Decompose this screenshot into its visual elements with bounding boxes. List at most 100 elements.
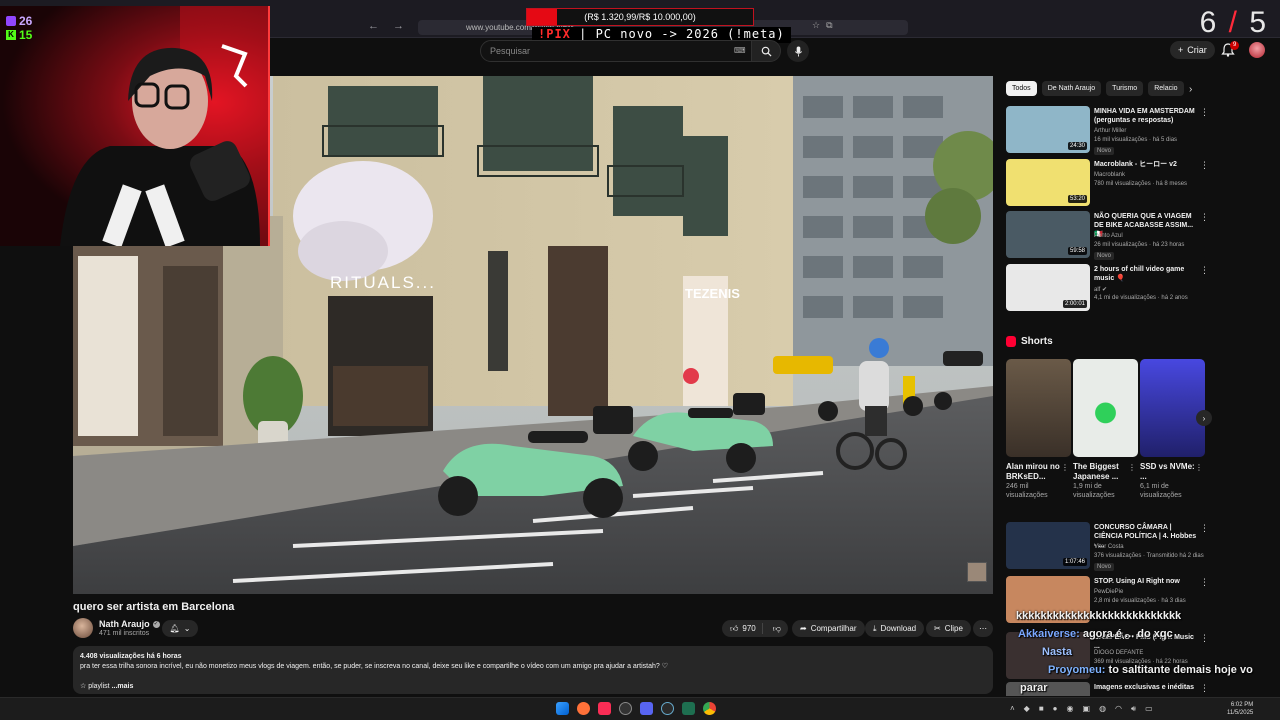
volume-icon[interactable]: 🔊︎ [1131,704,1136,714]
donation-progress-fill [527,9,557,25]
kick-icon: K [6,30,16,40]
tray-chevron-icon[interactable]: ˄ [1010,704,1015,714]
video-thumbnail[interactable]: 1:07:46 [1006,522,1090,569]
tray-app-icon[interactable]: ● [1053,704,1058,714]
kebab-menu-icon[interactable]: ⋮ [1200,577,1209,588]
kebab-menu-icon[interactable]: ⋮ [1061,463,1069,472]
user-avatar[interactable] [1249,42,1265,58]
tray-app-icon[interactable]: ◉ [1067,704,1074,714]
kebab-menu-icon[interactable]: ⋮ [1128,463,1136,472]
rec-title[interactable]: STOP. Using AI Right now [1094,577,1200,586]
kebab-menu-icon[interactable]: ⋮ [1200,212,1209,223]
video-thumbnail[interactable]: 59:58 [1006,211,1090,258]
sign-tezenis: TEZENIS [685,286,740,301]
keyboard-icon[interactable]: ⌨ [734,46,746,55]
description-playlist: ☆ playlist [80,683,110,690]
rec-title[interactable]: Macroblank - ヒーロー v2 [1094,160,1200,169]
kebab-menu-icon[interactable]: ⋮ [1200,107,1209,118]
back-icon[interactable]: ← [368,20,379,33]
share-button[interactable]: ➦ Compartilhar [792,620,865,637]
subscribed-bell-button[interactable]: 🔔︎ ⌄ [162,620,198,637]
microphone-icon [794,45,802,57]
channel-watermark[interactable] [967,562,987,582]
start-icon[interactable] [556,702,569,715]
kebab-menu-icon[interactable]: ⋮ [1200,523,1209,534]
rec-title[interactable]: 2 hours of chill video game music 🎈 [1094,265,1200,283]
discord-icon[interactable] [640,702,653,715]
description-box[interactable]: 4.408 visualizações há 6 horas pra ter e… [73,646,993,694]
tray-app-icon[interactable]: ▣ [1083,704,1091,714]
battery-icon[interactable]: ▭ [1145,704,1153,714]
short-item[interactable]: SSD vs NVMe: ... 6,1 mi de visualizações… [1140,359,1205,500]
recommended-video[interactable]: 59:58 NÃO QUERIA QUE A VIAGEM DE BIKE AC… [1006,211,1209,260]
chip-tourism[interactable]: Turismo [1106,81,1144,96]
short-title[interactable]: Alan mirou no BRKsED... [1006,462,1062,482]
video-thumbnail[interactable] [1006,682,1090,696]
forward-icon[interactable]: → [393,20,404,33]
dislike-button[interactable]: 👎︎ [767,624,787,634]
like-button[interactable]: 👍︎ 970 [722,623,763,634]
voice-search-button[interactable] [787,40,809,62]
create-button[interactable]: + Criar [1170,41,1215,59]
rec-title[interactable]: MINHA VIDA EM AMSTERDAM (perguntas e res… [1094,107,1200,125]
recommended-video[interactable]: 24:30 MINHA VIDA EM AMSTERDAM (perguntas… [1006,106,1209,155]
video-thumbnail[interactable]: 2:00:01 [1006,264,1090,311]
kebab-menu-icon[interactable]: ⋮ [1200,683,1206,694]
github-icon[interactable] [619,702,632,715]
short-title[interactable]: The Biggest Japanese ... [1073,462,1129,482]
rec-meta: 780 mil visualizações · há 8 meses [1094,181,1188,187]
recommended-video[interactable]: 53:20 Macroblank - ヒーロー v2 Macroblank 78… [1006,159,1209,207]
chip-from-channel[interactable]: De Nath Araujo [1041,81,1102,96]
verified-icon: ✓ [152,620,160,628]
description-text: pra ter essa trilha sonora incrível, eu … [80,663,668,670]
terminal-icon[interactable] [682,702,695,715]
music-icon[interactable] [598,702,611,715]
tray-app-icon[interactable]: ■ [1039,704,1044,714]
short-item[interactable]: Alan mirou no BRKsED... 246 mil visualiz… [1006,359,1071,500]
kebab-menu-icon[interactable]: ⋮ [1200,265,1209,276]
kebab-menu-icon[interactable]: ⋮ [1200,160,1209,171]
firefox-icon[interactable] [577,702,590,715]
short-thumbnail[interactable] [1140,359,1205,457]
kebab-menu-icon[interactable]: ⋮ [1200,633,1209,644]
short-thumbnail[interactable] [1006,359,1071,457]
bookmark-icon[interactable]: ☆ [812,20,820,31]
webcam-feed [60,6,268,246]
chip-related[interactable]: Relacio [1148,81,1184,96]
more-actions-button[interactable]: ⋯ [973,620,993,637]
tray-app-icon[interactable]: ◆ [1024,704,1030,714]
more-horizontal-icon: ⋯ [979,624,987,633]
short-item[interactable]: The Biggest Japanese ... 1,9 mi de visua… [1073,359,1138,500]
shorts-icon [1006,336,1016,347]
taskbar-clock[interactable]: 6:02 PM 11/5/2025 [1227,701,1253,717]
channel-avatar[interactable] [73,618,93,638]
show-more-link[interactable]: ...mais [112,683,134,690]
shorts-next-button[interactable]: › [1196,410,1212,426]
thumbs-down-icon: 👎︎ [772,623,781,633]
rec-title[interactable]: Imagens exclusivas e inéditas [1094,683,1200,692]
short-title[interactable]: SSD vs NVMe: ... [1140,462,1196,482]
wifi-icon[interactable]: ◠ [1115,704,1122,714]
pix-prefix: !PIX [538,27,571,41]
extensions-icon[interactable]: ⧉ [826,20,832,31]
like-dislike-group: 👍︎ 970 👎︎ [722,620,788,637]
clip-button[interactable]: ✂ Clipe [926,620,971,637]
chat-message: Nasta [1042,646,1072,659]
short-thumbnail[interactable] [1073,359,1138,457]
recommended-video[interactable]: 1:07:46 CONCURSO CÂMARA | CIÊNCIA POLÍTI… [1006,522,1209,571]
rec-channel: Vitor Costa [1094,544,1124,550]
app-icon[interactable] [661,702,674,715]
chevron-right-icon[interactable]: › [1189,84,1192,95]
recommended-video[interactable]: 2:00:01 2 hours of chill video game musi… [1006,264,1209,312]
download-button[interactable]: ⤓ Download [865,620,925,637]
channel-name-row[interactable]: Nath Araujo ✓ [99,619,160,629]
search-input[interactable]: Pesquisar [480,40,752,62]
video-thumbnail[interactable]: 24:30 [1006,106,1090,153]
tray-app-icon[interactable]: ◍ [1099,704,1106,714]
chrome-icon[interactable] [703,702,716,715]
chip-all[interactable]: Todos [1006,81,1037,96]
search-button[interactable] [751,40,781,62]
viewer-counts: 26 K 15 [6,14,32,42]
kebab-menu-icon[interactable]: ⋮ [1195,463,1203,472]
video-thumbnail[interactable]: 53:20 [1006,159,1090,206]
